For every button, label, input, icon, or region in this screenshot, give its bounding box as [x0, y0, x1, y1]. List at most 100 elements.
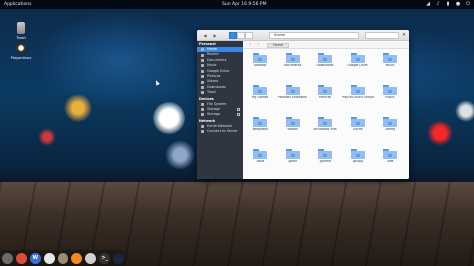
file-item[interactable]: .gnupg — [342, 149, 374, 163]
music-icon — [201, 64, 204, 68]
desktop-icon-playonlinux[interactable]: Playonlinux — [6, 42, 36, 60]
trash-icon — [17, 22, 25, 34]
chromium-app-icon[interactable] — [85, 252, 97, 264]
file-label: .cache — [352, 128, 363, 131]
file-item[interactable]: Music — [374, 53, 406, 67]
sidebar-item-label: Home — [207, 47, 218, 51]
sidebar-item-label: Storage — [207, 112, 221, 117]
forward-button[interactable]: ▶ — [211, 32, 219, 39]
sound-icon[interactable]: ♪ — [435, 1, 441, 7]
file-item[interactable]: Documents — [277, 53, 309, 67]
dock: W >_ — [0, 250, 125, 266]
sidebar-item-label: Recent — [207, 52, 219, 57]
desktop-icon-trash[interactable]: Trash — [6, 22, 36, 40]
breadcrumb[interactable]: Home — [267, 42, 290, 48]
file-item[interactable]: Templates — [244, 117, 276, 131]
sidebar-item-trash[interactable]: Trash — [197, 90, 243, 95]
folder-icon — [253, 53, 267, 63]
list-view-button[interactable] — [237, 32, 245, 39]
power-icon[interactable]: ⏻ — [465, 1, 471, 7]
wallpaper-light — [153, 102, 185, 134]
chrome-app-icon[interactable] — [15, 252, 27, 264]
search-input[interactable] — [365, 32, 399, 39]
network-icon[interactable]: ◢ — [425, 1, 431, 7]
files-app-icon[interactable] — [43, 252, 55, 264]
vlc-app-icon[interactable] — [71, 252, 83, 264]
column-view-button[interactable] — [245, 32, 253, 39]
file-item[interactable]: PlayOnLinux's virtual drives — [342, 85, 374, 99]
battery-icon[interactable]: ▮ — [445, 1, 451, 7]
file-item[interactable]: .kde — [374, 149, 406, 163]
file-item[interactable]: Public — [374, 85, 406, 99]
terminal-app-icon[interactable]: >_ — [99, 252, 111, 264]
folder-icon — [383, 117, 397, 127]
sidebar-item-label: Storage — [207, 106, 221, 111]
folder-icon — [201, 69, 204, 73]
headerbar: ◀ ▶ /home × — [197, 30, 409, 41]
drive-icon — [201, 108, 204, 112]
file-item[interactable]: Videos — [277, 117, 309, 131]
home-icon — [201, 48, 204, 52]
file-grid: Desktop Documents Downloads Google Drive Mus… — [243, 49, 409, 179]
file-label: .gnupg — [352, 160, 363, 163]
file-label: Templates — [252, 128, 268, 131]
sidebar-item-label: Documents — [207, 57, 227, 62]
folder-icon — [285, 149, 300, 159]
file-item[interactable]: Pictures — [309, 85, 341, 99]
folder-icon — [253, 85, 267, 95]
desktop-icon-label: Trash — [16, 36, 26, 40]
sidebar-item-label: Music — [207, 63, 217, 68]
file-label: .gconf — [287, 160, 298, 163]
sidebar-item-label: Videos — [207, 79, 219, 84]
back-button[interactable]: ◀ — [201, 32, 209, 39]
eject-icon[interactable] — [237, 108, 240, 112]
settings-app-icon[interactable] — [2, 252, 13, 264]
eject-icon[interactable] — [237, 113, 240, 117]
file-item[interactable]: .gconf — [277, 149, 309, 163]
icon-view-button[interactable] — [229, 32, 237, 39]
file-item[interactable]: My Games — [244, 85, 276, 99]
file-label: Parallels Extension — [277, 96, 308, 99]
pictures-icon — [201, 75, 204, 79]
folder-icon — [318, 117, 332, 127]
gimp-app-icon[interactable] — [57, 252, 69, 264]
location-bar[interactable]: /home — [269, 32, 359, 39]
folder-icon — [350, 85, 365, 95]
wallpaper-light — [64, 94, 92, 122]
wallpaper-light — [427, 120, 453, 146]
file-item[interactable]: Downloads — [309, 53, 341, 67]
drive-icon — [201, 102, 204, 106]
file-item[interactable]: .gnome — [309, 149, 341, 163]
steam-app-icon[interactable] — [113, 252, 125, 264]
sidebar-item-label: Downloads — [207, 84, 226, 89]
sidebar-item-connect-to-server[interactable]: Connect to Server — [197, 129, 243, 134]
view-switcher — [229, 32, 253, 39]
applications-menu[interactable]: Applications — [4, 0, 32, 9]
file-item[interactable]: VirtualBox VMs — [309, 117, 341, 131]
file-item[interactable]: .config — [374, 117, 406, 131]
folder-icon — [318, 85, 332, 95]
close-icon[interactable]: × — [401, 32, 407, 38]
chevron-right-icon[interactable]: › — [255, 42, 261, 48]
folder-icon — [383, 85, 397, 95]
file-item[interactable]: .dbus — [244, 149, 276, 163]
panel-clock[interactable]: Sun Apr 16 9:56 PM — [222, 0, 267, 9]
wallpaper-light — [455, 100, 474, 122]
file-label: .gnome — [319, 160, 331, 163]
chevron-left-icon[interactable]: ‹ — [247, 42, 253, 48]
file-item[interactable]: Desktop — [244, 53, 276, 67]
folder-icon — [285, 117, 300, 127]
file-label: .config — [384, 128, 396, 131]
notifications-icon[interactable]: ● — [455, 1, 461, 7]
file-label: Downloads — [316, 64, 334, 67]
file-label: .dbus — [255, 160, 265, 163]
file-label: Music — [385, 64, 395, 67]
sidebar-item-label: Trash — [207, 90, 216, 95]
file-item[interactable]: .cache — [342, 117, 374, 131]
folder-icon — [253, 117, 267, 127]
web-app-icon[interactable]: W — [29, 252, 41, 264]
folder-icon — [383, 53, 397, 63]
file-item[interactable]: Google Drive — [342, 53, 374, 67]
file-item[interactable]: Parallels Extension — [277, 85, 309, 99]
sidebar-item-storage-2[interactable]: Storage — [197, 112, 243, 117]
